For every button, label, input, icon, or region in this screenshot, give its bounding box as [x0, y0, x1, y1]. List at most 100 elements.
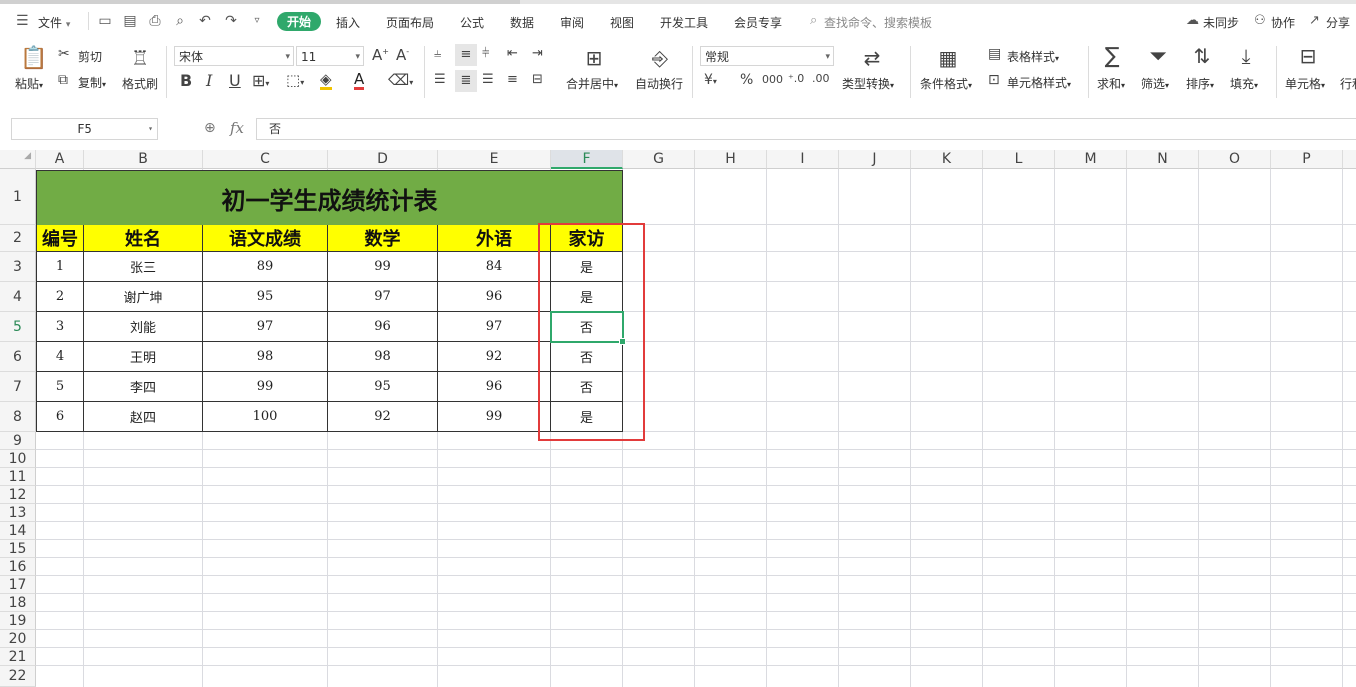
zoom-formula-icon[interactable]: ⊕: [204, 120, 216, 136]
increase-font-icon[interactable]: A+: [372, 46, 389, 64]
print-icon[interactable]: ⎙: [146, 12, 164, 30]
convert-type-button[interactable]: 类型转换▾: [842, 75, 894, 92]
column-header-g[interactable]: G: [623, 150, 695, 169]
cut-button[interactable]: 剪切: [78, 48, 102, 65]
column-header-j[interactable]: J: [839, 150, 911, 169]
number-format-select[interactable]: 常规 ▾: [700, 46, 834, 66]
sync-status[interactable]: 未同步: [1203, 14, 1239, 31]
row-header-22[interactable]: 22: [0, 666, 36, 687]
table-cell[interactable]: 96: [328, 312, 438, 342]
sum-button[interactable]: 求和▾: [1097, 75, 1125, 92]
border-icon[interactable]: ⊞▾: [252, 71, 269, 90]
distributed-icon[interactable]: ⊟: [532, 72, 543, 87]
table-cell[interactable]: 2: [36, 282, 84, 312]
fill-button[interactable]: 填充▾: [1230, 75, 1258, 92]
column-header-e[interactable]: E: [438, 150, 551, 169]
hamburger-icon[interactable]: ☰: [16, 13, 29, 29]
table-cell[interactable]: 89: [203, 252, 328, 282]
tab-page-layout[interactable]: 页面布局: [386, 14, 434, 31]
row-header-2[interactable]: 2: [0, 225, 36, 252]
column-header-c[interactable]: C: [203, 150, 328, 169]
formula-input[interactable]: 否: [256, 118, 1356, 140]
table-style-button[interactable]: 表格样式▾: [1007, 48, 1059, 65]
header-cell-foreign[interactable]: 外语: [438, 225, 551, 252]
table-cell[interactable]: 谢广坤: [84, 282, 203, 312]
command-search[interactable]: 查找命令、搜索模板: [824, 14, 932, 31]
font-color-icon[interactable]: A: [354, 71, 365, 90]
row-header-16[interactable]: 16: [0, 558, 36, 576]
column-header-b[interactable]: B: [84, 150, 203, 169]
table-cell[interactable]: 4: [36, 342, 84, 372]
row-header-12[interactable]: 12: [0, 486, 36, 504]
redo-icon[interactable]: ↷: [222, 12, 240, 30]
header-cell-name[interactable]: 姓名: [84, 225, 203, 252]
undo-icon[interactable]: ↶: [196, 12, 214, 30]
currency-button[interactable]: ¥▾: [704, 72, 717, 88]
table-cell[interactable]: 96: [438, 372, 551, 402]
export-pdf-icon[interactable]: ▤: [121, 12, 139, 30]
merge-center-button[interactable]: 合并居中▾: [566, 75, 618, 92]
clear-format-icon[interactable]: ⌫▾: [388, 71, 413, 89]
tab-insert[interactable]: 插入: [336, 14, 360, 31]
share-button[interactable]: 分享: [1326, 14, 1350, 31]
column-header-n[interactable]: N: [1127, 150, 1199, 169]
row-header-17[interactable]: 17: [0, 576, 36, 594]
column-header-i[interactable]: I: [767, 150, 839, 169]
tab-member[interactable]: 会员专享: [734, 14, 782, 31]
column-header-p[interactable]: P: [1271, 150, 1343, 169]
align-center-icon[interactable]: ≣: [455, 70, 477, 92]
column-header-d[interactable]: D: [328, 150, 438, 169]
underline-button[interactable]: U: [229, 71, 241, 90]
align-right-icon[interactable]: ☰: [482, 72, 494, 87]
tab-data[interactable]: 数据: [510, 14, 534, 31]
table-cell[interactable]: 92: [438, 342, 551, 372]
decrease-indent-icon[interactable]: ⇤: [507, 46, 518, 61]
table-cell[interactable]: 李四: [84, 372, 203, 402]
table-cell[interactable]: 赵四: [84, 402, 203, 432]
cell-style-icon[interactable]: ⬚▾: [286, 71, 304, 89]
row-header-8[interactable]: 8: [0, 402, 36, 432]
file-menu[interactable]: 文件 ▾: [38, 14, 70, 31]
row-header-3[interactable]: 3: [0, 252, 36, 282]
decrease-font-icon[interactable]: A-: [396, 46, 409, 64]
tab-home[interactable]: 开始: [277, 12, 322, 31]
quick-access-dropdown-icon[interactable]: ▿: [248, 12, 266, 30]
column-header-m[interactable]: M: [1055, 150, 1127, 169]
conditional-format-button[interactable]: 条件格式▾: [920, 75, 972, 92]
copy-button[interactable]: 复制▾: [78, 74, 106, 91]
table-cell[interactable]: 97: [203, 312, 328, 342]
table-cell[interactable]: 98: [328, 342, 438, 372]
column-header-a[interactable]: A: [36, 150, 84, 169]
column-header-f[interactable]: F: [551, 150, 623, 169]
name-box[interactable]: F5 ▾: [11, 118, 158, 140]
row-header-4[interactable]: 4: [0, 282, 36, 312]
sort-button[interactable]: 排序▾: [1186, 75, 1214, 92]
table-cell[interactable]: 张三: [84, 252, 203, 282]
column-header-h[interactable]: H: [695, 150, 767, 169]
italic-button[interactable]: I: [206, 71, 212, 90]
table-title[interactable]: 初一学生成绩统计表: [36, 170, 623, 226]
row-header-20[interactable]: 20: [0, 630, 36, 648]
paste-button[interactable]: 粘贴▾: [15, 75, 43, 92]
header-cell-math[interactable]: 数学: [328, 225, 438, 252]
save-icon[interactable]: ▭: [96, 12, 114, 30]
percent-button[interactable]: %: [740, 72, 753, 88]
table-cell[interactable]: 97: [438, 312, 551, 342]
font-size-select[interactable]: 11 ▾: [296, 46, 364, 66]
table-cell[interactable]: 5: [36, 372, 84, 402]
bold-button[interactable]: B: [180, 71, 192, 90]
format-painter-button[interactable]: 格式刷: [122, 75, 158, 92]
row-column-button[interactable]: 行和: [1340, 75, 1356, 92]
row-header-13[interactable]: 13: [0, 504, 36, 522]
print-preview-icon[interactable]: ⌕: [171, 12, 189, 30]
table-cell[interactable]: 1: [36, 252, 84, 282]
table-cell[interactable]: 3: [36, 312, 84, 342]
row-header-11[interactable]: 11: [0, 468, 36, 486]
table-cell[interactable]: 95: [328, 372, 438, 402]
table-cell[interactable]: 王明: [84, 342, 203, 372]
column-header-o[interactable]: O: [1199, 150, 1271, 169]
increase-indent-icon[interactable]: ⇥: [532, 46, 543, 61]
table-cell[interactable]: 6: [36, 402, 84, 432]
tab-developer[interactable]: 开发工具: [660, 14, 708, 31]
decrease-decimal-icon[interactable]: .00: [812, 72, 830, 85]
